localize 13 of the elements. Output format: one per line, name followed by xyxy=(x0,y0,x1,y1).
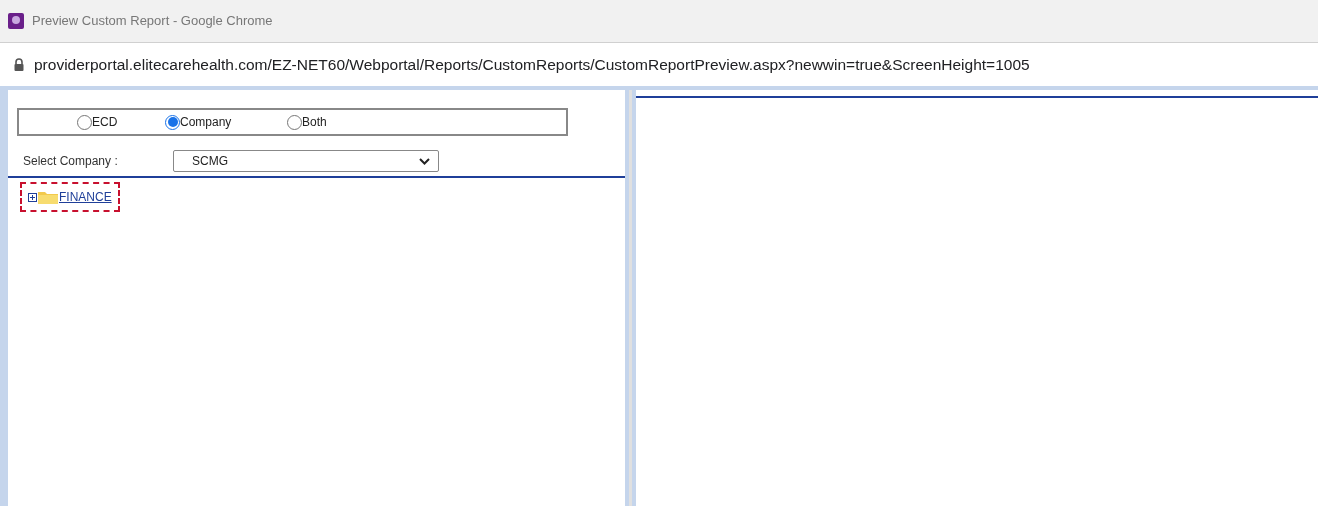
tree-node[interactable]: FINANCE xyxy=(20,182,120,212)
folder-icon xyxy=(38,190,58,204)
chevron-down-icon xyxy=(419,157,430,165)
radio-option[interactable]: Both xyxy=(287,113,409,131)
radio-option[interactable]: ECD xyxy=(77,113,165,131)
app-logo-icon xyxy=(8,13,24,29)
select-company-label: Select Company : xyxy=(23,153,119,170)
company-dropdown[interactable]: SCMG xyxy=(173,150,439,172)
url-text: providerportal.elitecarehealth.com/EZ-NET60/Webportal/Reports/CustomReports/CustomReportPreview.aspx?newwin=true&ScreenHeight=1005 xyxy=(34,54,1030,75)
lock-icon xyxy=(14,58,24,71)
radio-option[interactable]: Company xyxy=(165,113,287,131)
window-title: Preview Custom Report - Google Chrome xyxy=(32,12,273,31)
plus-box-icon[interactable] xyxy=(28,192,37,202)
